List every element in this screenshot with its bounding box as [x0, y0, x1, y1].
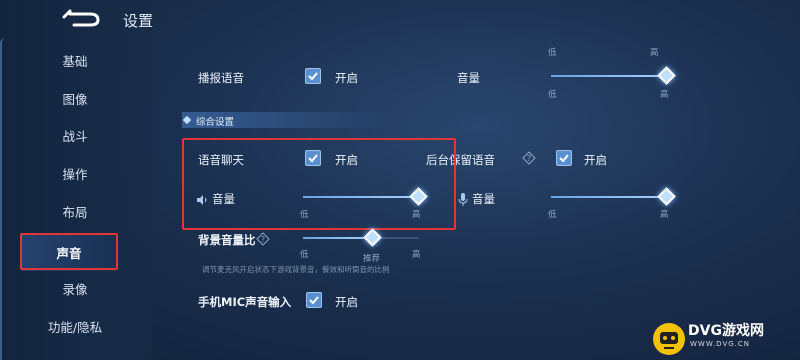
sidebar-item-controls[interactable]: 操作 — [20, 154, 130, 192]
help-icon[interactable]: ? — [256, 231, 270, 246]
svg-text:?: ? — [261, 235, 265, 244]
bg-volume-ratio-low-label: 低 — [300, 250, 309, 260]
question-diamond-icon: ? — [256, 232, 270, 246]
background-voice-checkbox-label: 开启 — [584, 153, 607, 167]
mic-volume-label: 音量 — [472, 192, 495, 206]
active-tab-highlight — [20, 233, 118, 270]
mic-volume-slider[interactable] — [551, 187, 676, 206]
sidebar-item-basic[interactable]: 基础 — [20, 41, 130, 79]
section-marker-icon — [182, 115, 192, 125]
checkmark-icon — [308, 72, 318, 81]
slider-fill — [551, 75, 667, 77]
section-title: 综合设置 — [196, 117, 235, 128]
bg-volume-ratio-slider[interactable] — [303, 228, 419, 247]
sidebar-item-replay[interactable]: 录像 — [20, 269, 130, 307]
broadcast-voice-checkbox[interactable] — [305, 68, 321, 84]
back-button[interactable] — [60, 6, 104, 28]
bg-volume-ratio-label: 背景音量比 — [198, 233, 256, 247]
sidebar-item-battle[interactable]: 战斗 — [20, 116, 130, 154]
sidebar-item-function-privacy[interactable]: 功能/隐私 — [20, 307, 130, 345]
question-diamond-icon: ? — [522, 151, 536, 165]
broadcast-volume-high-label: 高 — [650, 48, 659, 58]
bg-volume-ratio-recommended-label: 推荐 — [363, 254, 381, 264]
phone-mic-input-checkbox-label: 开启 — [335, 295, 358, 309]
sidebar-frame — [0, 38, 5, 360]
help-icon[interactable]: ? — [522, 150, 536, 165]
watermark-domain: WWW.DVG.CN — [690, 340, 751, 348]
checkmark-icon — [309, 296, 319, 305]
microphone-icon — [458, 191, 468, 206]
watermark: DVG游戏网 WWW.DVG.CN — [650, 318, 800, 360]
background-voice-checkbox[interactable] — [556, 150, 572, 166]
voice-chat-highlight — [182, 138, 456, 230]
back-arrow-icon — [62, 9, 100, 27]
sidebar: 基础 图像 战斗 操作 布局 声音 录像 功能/隐私 — [0, 0, 152, 360]
sidebar-item-graphics[interactable]: 图像 — [20, 79, 130, 117]
checkmark-icon — [559, 154, 569, 163]
broadcast-voice-checkbox-label: 开启 — [335, 71, 358, 85]
bg-volume-ratio-high-label: 高 — [412, 250, 421, 260]
mic-volume-high-label: 高 — [660, 210, 669, 220]
settings-panel: 播报语音 开启 音量 低 高 低 高 综合设置 语音聊天 开启 后台保留语音 ?… — [170, 38, 800, 360]
broadcast-volume-low-label: 低 — [548, 48, 557, 58]
sidebar-item-layout[interactable]: 布局 — [20, 192, 130, 230]
watermark-brand: DVG游戏网 — [688, 323, 764, 339]
mic-volume-low-label: 低 — [548, 210, 557, 220]
broadcast-volume-label: 音量 — [457, 71, 480, 85]
section-header: 综合设置 — [182, 112, 392, 128]
svg-text:?: ? — [527, 154, 531, 163]
slider-fill — [551, 196, 667, 198]
broadcast-volume-high-label-bottom: 高 — [660, 90, 669, 100]
phone-mic-input-checkbox[interactable] — [306, 292, 322, 308]
page-title: 设置 — [123, 12, 154, 30]
slider-thumb[interactable] — [657, 66, 676, 85]
broadcast-volume-slider[interactable] — [551, 66, 676, 85]
bg-volume-ratio-hint: 调节麦克风开启状态下游戏背景音，餐效和听筒音的比例 — [202, 265, 390, 274]
broadcast-voice-label: 播报语音 — [198, 71, 244, 85]
phone-mic-input-label: 手机MIC声音输入 — [198, 295, 292, 309]
slider-thumb[interactable] — [362, 228, 382, 247]
slider-thumb[interactable] — [657, 187, 676, 206]
dvg-logo-icon — [653, 323, 685, 355]
broadcast-volume-low-label-bottom: 低 — [548, 90, 557, 100]
